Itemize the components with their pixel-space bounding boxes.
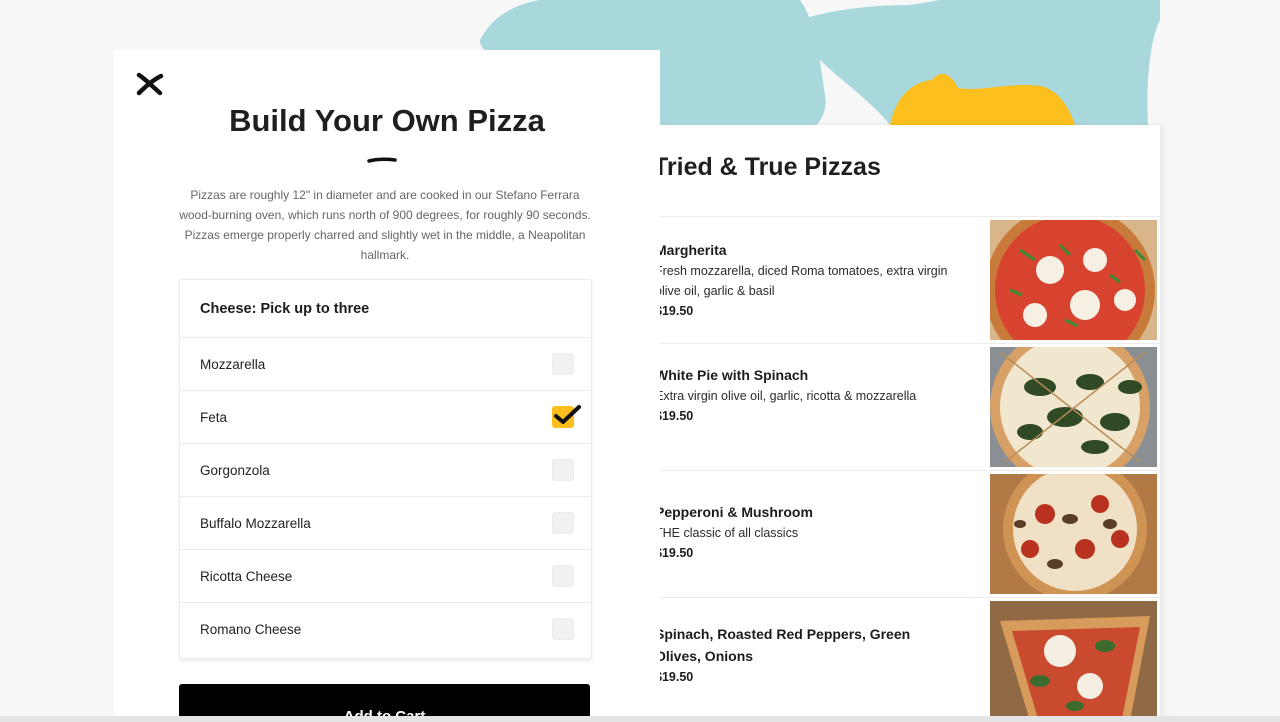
pizza-name: Spinach, Roasted Red Peppers, Green Oliv… <box>655 626 911 664</box>
pizza-price: $19.50 <box>655 546 694 560</box>
spinach-peppers-photo[interactable] <box>990 601 1157 721</box>
modal-description: Pizzas are roughly 12" in diameter and a… <box>179 188 591 262</box>
pizza-description: Fresh mozzarella, diced Roma tomatoes, e… <box>655 264 948 298</box>
checkbox[interactable] <box>552 459 574 481</box>
pizza-price: $19.50 <box>655 670 694 684</box>
pizza-name: White Pie with Spinach <box>655 367 809 383</box>
build-pizza-modal: Build Your Own Pizza Pizzas are roughly … <box>114 50 660 722</box>
white-pie-spinach-photo[interactable] <box>990 347 1157 467</box>
option-label: Feta <box>200 409 228 425</box>
modal-title: Build Your Own Pizza <box>229 103 545 138</box>
pizza-description: THE classic of all classics <box>655 526 799 540</box>
pizza-item-white-pie[interactable]: White Pie with Spinach Extra virgin oliv… <box>620 344 1160 471</box>
option-mozzarella[interactable]: Mozzarella <box>180 338 591 391</box>
page: Tried & True Pizzas Margherita Fresh moz… <box>0 0 1280 722</box>
option-buffalo-mozzarella[interactable]: Buffalo Mozzarella <box>180 497 591 550</box>
close-x-icon[interactable] <box>136 72 164 96</box>
options-header: Cheese: Pick up to three <box>180 280 591 338</box>
pizza-description: Extra virgin olive oil, garlic, ricotta … <box>655 389 917 403</box>
margherita-photo[interactable] <box>990 220 1157 340</box>
tried-true-pizzas-section: Tried & True Pizzas Margherita Fresh moz… <box>620 125 1160 722</box>
horizontal-scrollbar[interactable] <box>0 716 1280 722</box>
option-label: Romano Cheese <box>200 621 302 637</box>
title-underline-dash <box>367 157 397 163</box>
checkbox[interactable] <box>552 353 574 375</box>
checkbox[interactable] <box>552 565 574 587</box>
option-label: Buffalo Mozzarella <box>200 515 311 531</box>
option-label: Ricotta Cheese <box>200 568 293 584</box>
pizza-item-pepperoni-mushroom[interactable]: Pepperoni & Mushroom THE classic of all … <box>620 471 1160 598</box>
pizza-name: Margherita <box>655 242 727 258</box>
checkbox[interactable] <box>552 618 574 640</box>
option-label: Mozzarella <box>200 356 266 372</box>
pizza-item-spinach-peppers[interactable]: Spinach, Roasted Red Peppers, Green Oliv… <box>620 598 1160 722</box>
pizza-price: $19.50 <box>655 409 694 423</box>
pepperoni-mushroom-photo[interactable] <box>990 474 1157 594</box>
section-title: Tried & True Pizzas <box>653 153 881 181</box>
option-ricotta-cheese[interactable]: Ricotta Cheese <box>180 550 591 603</box>
pizza-item-margherita[interactable]: Margherita Fresh mozzarella, diced Roma … <box>620 217 1160 344</box>
option-romano-cheese[interactable]: Romano Cheese <box>180 603 591 655</box>
pizza-name: Pepperoni & Mushroom <box>655 504 813 520</box>
option-gorgonzola[interactable]: Gorgonzola <box>180 444 591 497</box>
pizza-price: $19.50 <box>655 304 694 318</box>
checkmark-icon <box>554 405 581 424</box>
close-button[interactable] <box>136 72 164 96</box>
option-feta[interactable]: Feta <box>180 391 591 444</box>
checkbox[interactable] <box>552 512 574 534</box>
cheese-options-card: Cheese: Pick up to three Mozzarella Feta… <box>179 279 592 659</box>
checkbox-checked[interactable] <box>552 405 581 428</box>
option-label: Gorgonzola <box>200 462 270 478</box>
